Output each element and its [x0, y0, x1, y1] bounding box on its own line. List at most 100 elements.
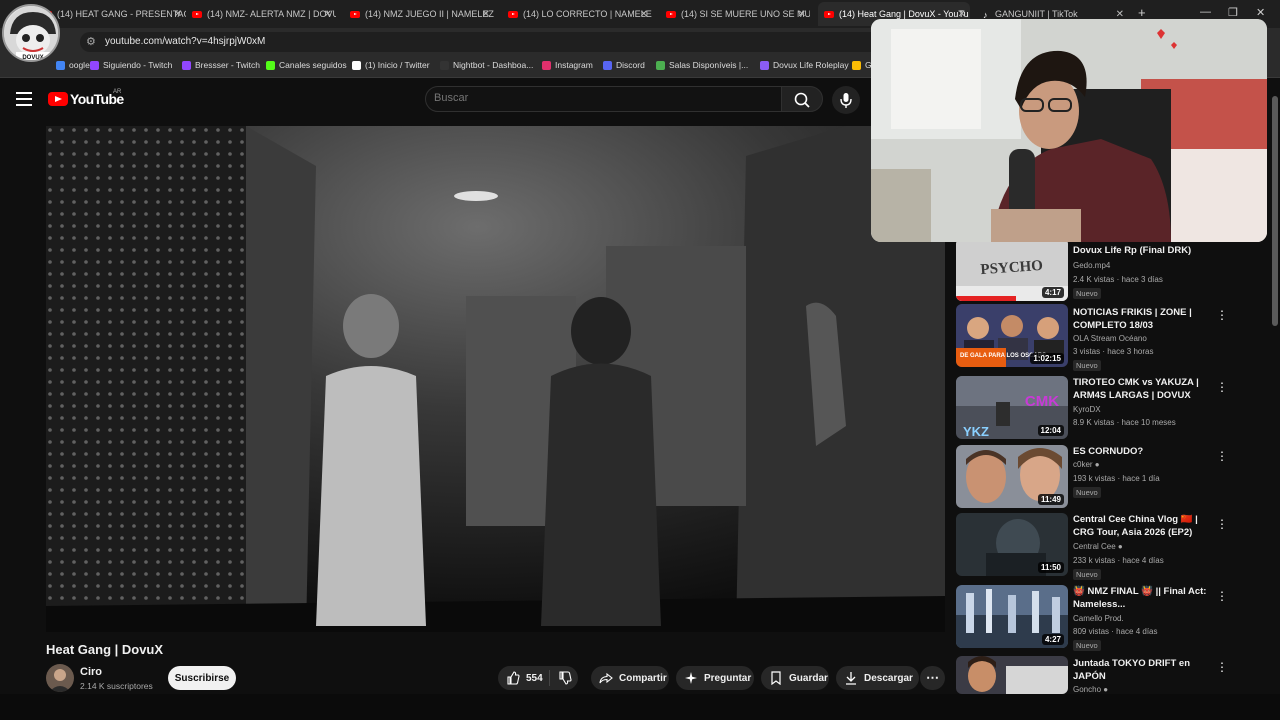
video-player[interactable] — [46, 126, 945, 632]
minimize-icon[interactable]: — — [1200, 6, 1211, 18]
channel-text: Central Cee — [1073, 542, 1116, 551]
scrollbar-thumb[interactable] — [1272, 96, 1278, 326]
restore-icon[interactable]: ❐ — [1228, 6, 1238, 19]
new-tab-button[interactable]: + — [1138, 5, 1146, 20]
tiktok-icon — [982, 10, 990, 20]
browser-tab-5[interactable]: (14) SI SE MUERE UNO SE MUE ✕ — [660, 4, 810, 24]
download-button[interactable]: Descargar — [836, 666, 919, 690]
tab-title: (14) HEAT GANG - PRESENTACI — [57, 9, 186, 19]
recommendation-item[interactable]: 11:50 Central Cee China Vlog 🇨🇳 | CRG To… — [956, 513, 1272, 580]
video-thumbnail[interactable]: DE GALA PARA LOS OSCARS 1:02:15 — [956, 304, 1068, 367]
bookmark-item[interactable]: oogle — [56, 60, 90, 70]
watch-progress-bar — [956, 296, 1016, 301]
recommendation-channel[interactable]: Gedo.mp4 — [1073, 261, 1110, 270]
bookmark-item[interactable]: (1) Inicio / Twitter — [352, 60, 430, 70]
video-thumbnail[interactable] — [956, 656, 1068, 694]
hamburger-menu-icon[interactable] — [16, 92, 32, 106]
bookmark-item[interactable]: Discord — [603, 60, 645, 70]
close-icon[interactable]: ✕ — [640, 9, 648, 20]
close-window-icon[interactable]: ✕ — [1256, 6, 1265, 19]
download-icon — [846, 672, 856, 685]
share-button[interactable]: Compartir — [591, 666, 669, 690]
browser-tab-2[interactable]: (14) NMZ- ALERTA NMZ | DOVU ✕ — [186, 4, 336, 24]
more-options-icon[interactable]: ⋮ — [1216, 589, 1228, 603]
video-thumbnail[interactable]: PSYCHO 4:17 — [956, 238, 1068, 301]
recommendation-channel[interactable]: c0ker ● — [1073, 460, 1100, 469]
bookmark-item[interactable]: Instagram — [542, 60, 593, 70]
video-duration: 11:49 — [1037, 494, 1064, 505]
bookmark-favicon-icon — [852, 60, 861, 70]
youtube-icon — [824, 10, 834, 18]
more-options-icon[interactable]: ⋮ — [1216, 660, 1228, 674]
close-icon[interactable]: ✕ — [482, 9, 490, 20]
more-options-icon[interactable]: ⋮ — [1216, 380, 1228, 394]
ask-button[interactable]: Preguntar — [676, 666, 754, 690]
recommendation-channel[interactable]: Camello Prod. — [1073, 614, 1124, 623]
close-icon[interactable]: ✕ — [798, 9, 806, 20]
recommendation-item[interactable]: Juntada TOKYO DRIFT en JAPÓN Goncho ● ⋮ — [956, 656, 1272, 694]
video-thumbnail[interactable]: 11:50 — [956, 513, 1068, 576]
recommendation-item[interactable]: CMK YKZ 12:04 TIROTEO CMK vs YAKUZA | AR… — [956, 376, 1272, 442]
browser-tab-3[interactable]: (14) NMZ JUEGO II | NAMELEZ ✕ — [344, 4, 494, 24]
youtube-icon — [666, 10, 676, 18]
bookmark-item[interactable]: Canales seguidos — [266, 60, 347, 70]
search-button[interactable] — [781, 86, 823, 112]
recommendation-title[interactable]: ES CORNUDO? — [1073, 445, 1213, 458]
recommendation-item[interactable]: 4:27 👹 NMZ FINAL 👹 || Final Act: Nameles… — [956, 585, 1272, 651]
bookmark-label: Discord — [616, 60, 645, 70]
bookmark-label: Dovux Life Roleplay — [773, 60, 849, 70]
browser-tab-4[interactable]: (14) LO CORRECTO | NAMELEZ ✕ — [502, 4, 652, 24]
close-icon[interactable]: ✕ — [324, 9, 332, 20]
video-thumbnail[interactable]: 4:27 — [956, 585, 1068, 648]
voice-search-button[interactable] — [832, 86, 860, 114]
bookmark-item[interactable]: G — [852, 60, 872, 70]
recommendation-title[interactable]: 👹 NMZ FINAL 👹 || Final Act: Nameless... — [1073, 585, 1213, 611]
bookmark-item[interactable]: Bressser - Twitch — [182, 60, 260, 70]
bookmark-favicon-icon — [603, 60, 612, 70]
tab-title: (14) NMZ JUEGO II | NAMELEZ — [365, 9, 494, 19]
country-code: AR — [113, 89, 122, 95]
recommendation-item[interactable]: PSYCHO 4:17 Dovux Life Rp (Final DRK) Ge… — [956, 238, 1272, 304]
recommendation-title[interactable]: Central Cee China Vlog 🇨🇳 | CRG Tour, As… — [1073, 513, 1213, 539]
dislike-button[interactable] — [550, 671, 578, 685]
recommendation-channel[interactable]: Goncho ● — [1073, 685, 1108, 694]
close-icon[interactable]: ✕ — [958, 9, 966, 20]
recommendation-title[interactable]: Dovux Life Rp (Final DRK) — [1073, 244, 1213, 257]
recommendation-channel[interactable]: KyroDX — [1073, 405, 1101, 414]
close-icon[interactable]: ✕ — [1116, 9, 1124, 20]
more-options-icon[interactable]: ⋮ — [1216, 449, 1228, 463]
recommendation-title[interactable]: Juntada TOKYO DRIFT en JAPÓN — [1073, 657, 1213, 683]
recommendation-title[interactable]: TIROTEO CMK vs YAKUZA | ARM4S LARGAS | D… — [1073, 376, 1213, 402]
browser-tab-1[interactable]: (14) HEAT GANG - PRESENTACI ✕ — [36, 4, 186, 24]
more-options-icon[interactable]: ⋮ — [1216, 308, 1228, 322]
bookmark-item[interactable]: Nightbot - Dashboa... — [440, 60, 533, 70]
bookmark-item[interactable]: Salas Disponíveis |... — [656, 60, 748, 70]
recommendation-channel[interactable]: OLA Stream Océano — [1073, 334, 1147, 343]
subscribe-button[interactable]: Suscribirse — [168, 666, 236, 690]
more-actions-button[interactable]: ⋯ — [920, 666, 945, 690]
recommendation-channel[interactable]: Central Cee ● — [1073, 542, 1123, 551]
url-text[interactable]: youtube.com/watch?v=4hsjrpjW0xM — [105, 36, 265, 47]
bookmark-item[interactable]: Siguiendo - Twitch — [90, 60, 172, 70]
channel-name[interactable]: Ciro — [80, 666, 102, 678]
recommendation-title[interactable]: NOTICIAS FRIKIS | ZONE | COMPLETO 18/03 — [1073, 306, 1213, 332]
youtube-logo-icon[interactable] — [48, 92, 68, 106]
video-thumbnail[interactable]: 11:49 — [956, 445, 1068, 508]
close-icon[interactable]: ✕ — [174, 9, 182, 20]
more-options-icon[interactable]: ⋮ — [1216, 517, 1228, 531]
subscriber-count: 2.14 K suscriptores — [80, 681, 153, 691]
bookmark-label: oogle — [69, 60, 90, 70]
save-button[interactable]: Guardar — [761, 666, 829, 690]
tab-title: (14) Heat Gang | DovuX - YouTu — [839, 9, 969, 19]
recommendation-item[interactable]: 11:49 ES CORNUDO? c0ker ● 193 k vistas ·… — [956, 445, 1272, 511]
microphone-icon — [840, 93, 852, 108]
recommendation-item[interactable]: DE GALA PARA LOS OSCARS 1:02:15 NOTICIAS… — [956, 304, 1272, 371]
search-input[interactable] — [434, 92, 764, 104]
like-button[interactable]: 554 — [498, 671, 549, 685]
bookmark-item[interactable]: Dovux Life Roleplay — [760, 60, 849, 70]
site-info-icon[interactable]: ⚙ — [86, 35, 96, 48]
channel-text: c0ker — [1073, 460, 1093, 469]
thumbnail-text: YKZ — [963, 424, 989, 439]
video-thumbnail[interactable]: CMK YKZ 12:04 — [956, 376, 1068, 439]
channel-avatar[interactable] — [46, 664, 74, 692]
